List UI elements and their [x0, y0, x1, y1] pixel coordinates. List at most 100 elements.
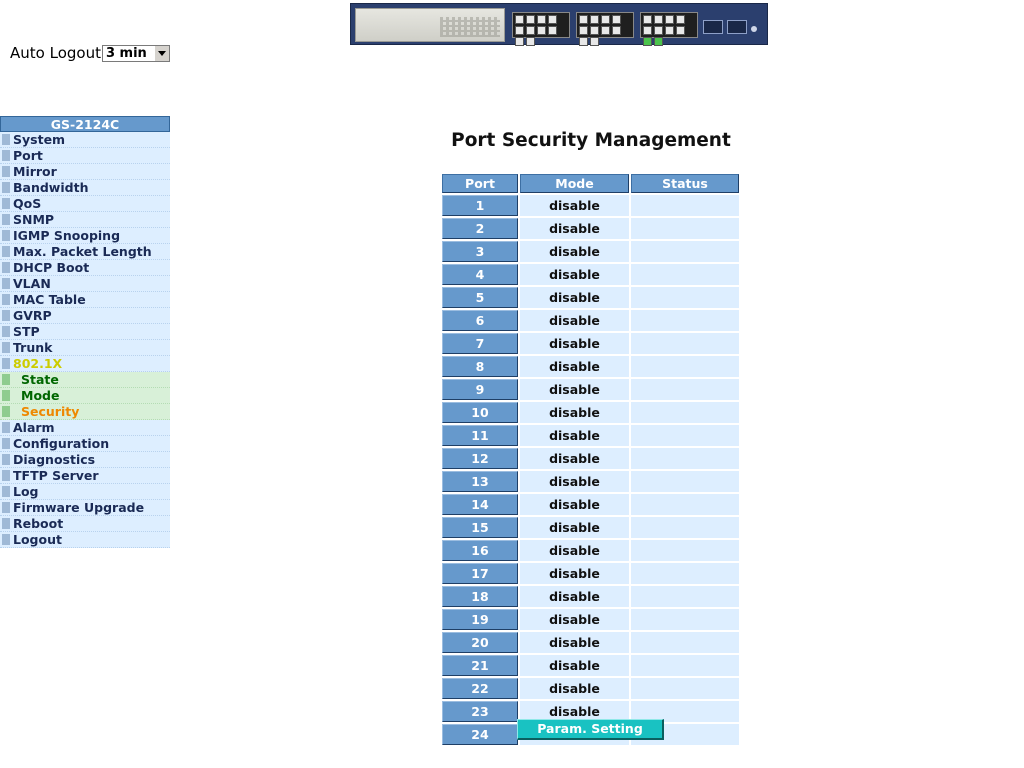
status-cell: [631, 425, 739, 446]
sfp-slot: [703, 20, 723, 34]
port-cell[interactable]: 23: [442, 701, 518, 722]
mode-cell: disable: [520, 356, 629, 377]
port-cell[interactable]: 2: [442, 218, 518, 239]
switch-front-panel: [355, 8, 505, 42]
sidebar-item-stp[interactable]: STP: [0, 324, 170, 340]
mode-cell: disable: [520, 287, 629, 308]
sfp-slot: [727, 20, 747, 34]
port-cell[interactable]: 5: [442, 287, 518, 308]
port-cell[interactable]: 7: [442, 333, 518, 354]
status-cell: [631, 333, 739, 354]
status-cell: [631, 310, 739, 331]
table-row: 15 disable: [442, 517, 739, 538]
sidebar-subitem-mode[interactable]: Mode: [0, 388, 170, 404]
port-cell[interactable]: 21: [442, 655, 518, 676]
status-cell: [631, 264, 739, 285]
sidebar-item-log[interactable]: Log: [0, 484, 170, 500]
port-group-3: [640, 12, 698, 46]
sidebar-item-port[interactable]: Port: [0, 148, 170, 164]
switch-banner-image: [350, 3, 768, 46]
sidebar-item-qos[interactable]: QoS: [0, 196, 170, 212]
sidebar-item-firmware-upgrade[interactable]: Firmware Upgrade: [0, 500, 170, 516]
sidebar-item-802-1x[interactable]: 802.1X: [0, 356, 170, 372]
sidebar-item-tftp-server[interactable]: TFTP Server: [0, 468, 170, 484]
port-cell[interactable]: 16: [442, 540, 518, 561]
sidebar-item-configuration[interactable]: Configuration: [0, 436, 170, 452]
port-security-table: Port Mode Status 1 disable 2 disable 3 disabl…: [440, 172, 741, 747]
sidebar-item-system[interactable]: System: [0, 132, 170, 148]
auto-logout-select[interactable]: 3 min: [101, 44, 170, 62]
sidebar-item-trunk[interactable]: Trunk: [0, 340, 170, 356]
sidebar-item-dhcp-boot[interactable]: DHCP Boot: [0, 260, 170, 276]
mode-cell: disable: [520, 310, 629, 331]
table-row: 5 disable: [442, 287, 739, 308]
mode-cell: disable: [520, 333, 629, 354]
switch-led-array: [440, 17, 500, 37]
port-cell[interactable]: 6: [442, 310, 518, 331]
mode-cell: disable: [520, 218, 629, 239]
sidebar-item-reboot[interactable]: Reboot: [0, 516, 170, 532]
table-row: 12 disable: [442, 448, 739, 469]
status-cell: [631, 218, 739, 239]
table-row: 3 disable: [442, 241, 739, 262]
port-cell[interactable]: 12: [442, 448, 518, 469]
sidebar-title: GS-2124C: [0, 116, 170, 132]
status-cell: [631, 586, 739, 607]
port-cell[interactable]: 1: [442, 195, 518, 216]
table-row: 6 disable: [442, 310, 739, 331]
port-cell[interactable]: 11: [442, 425, 518, 446]
sidebar-subitem-security[interactable]: Security: [0, 404, 170, 420]
port-cell[interactable]: 20: [442, 632, 518, 653]
table-row: 17 disable: [442, 563, 739, 584]
sidebar-item-diagnostics[interactable]: Diagnostics: [0, 452, 170, 468]
port-cell[interactable]: 14: [442, 494, 518, 515]
sidebar-item-bandwidth[interactable]: Bandwidth: [0, 180, 170, 196]
sidebar-item-mirror[interactable]: Mirror: [0, 164, 170, 180]
sidebar-item-logout[interactable]: Logout: [0, 532, 170, 548]
table-row: 21 disable: [442, 655, 739, 676]
port-group-1: [512, 12, 570, 46]
sidebar-item-max-packet-length[interactable]: Max. Packet Length: [0, 244, 170, 260]
mode-cell: disable: [520, 448, 629, 469]
port-cell[interactable]: 9: [442, 379, 518, 400]
port-cell[interactable]: 13: [442, 471, 518, 492]
port-cell[interactable]: 8: [442, 356, 518, 377]
chevron-down-icon[interactable]: [153, 45, 169, 61]
sidebar-item-igmp-snooping[interactable]: IGMP Snooping: [0, 228, 170, 244]
sidebar-item-gvrp[interactable]: GVRP: [0, 308, 170, 324]
table-row: 22 disable: [442, 678, 739, 699]
status-cell: [631, 517, 739, 538]
mode-cell: disable: [520, 425, 629, 446]
status-cell: [631, 379, 739, 400]
sidebar-item-vlan[interactable]: VLAN: [0, 276, 170, 292]
port-cell[interactable]: 3: [442, 241, 518, 262]
sidebar-item-mac-table[interactable]: MAC Table: [0, 292, 170, 308]
table-row: 9 disable: [442, 379, 739, 400]
mode-cell: disable: [520, 678, 629, 699]
sidebar-menu: GS-2124C System Port Mirror Bandwidth QoS SNM…: [0, 116, 170, 548]
port-cell[interactable]: 10: [442, 402, 518, 423]
mode-cell: disable: [520, 494, 629, 515]
mode-cell: disable: [520, 586, 629, 607]
port-cell[interactable]: 19: [442, 609, 518, 630]
param-setting-button[interactable]: Param. Setting: [517, 719, 664, 740]
table-header-row: Port Mode Status: [442, 174, 739, 193]
table-row: 14 disable: [442, 494, 739, 515]
sidebar-item-alarm[interactable]: Alarm: [0, 420, 170, 436]
table-row: 7 disable: [442, 333, 739, 354]
port-cell[interactable]: 15: [442, 517, 518, 538]
sidebar-item-snmp[interactable]: SNMP: [0, 212, 170, 228]
mode-cell: disable: [520, 471, 629, 492]
table-row: 2 disable: [442, 218, 739, 239]
column-header-mode: Mode: [520, 174, 629, 193]
status-cell: [631, 195, 739, 216]
port-cell[interactable]: 24: [442, 724, 518, 745]
sidebar-subitem-state[interactable]: State: [0, 372, 170, 388]
table-row: 16 disable: [442, 540, 739, 561]
port-cell[interactable]: 4: [442, 264, 518, 285]
status-cell: [631, 241, 739, 262]
port-cell[interactable]: 18: [442, 586, 518, 607]
mode-cell: disable: [520, 655, 629, 676]
port-cell[interactable]: 17: [442, 563, 518, 584]
port-cell[interactable]: 22: [442, 678, 518, 699]
